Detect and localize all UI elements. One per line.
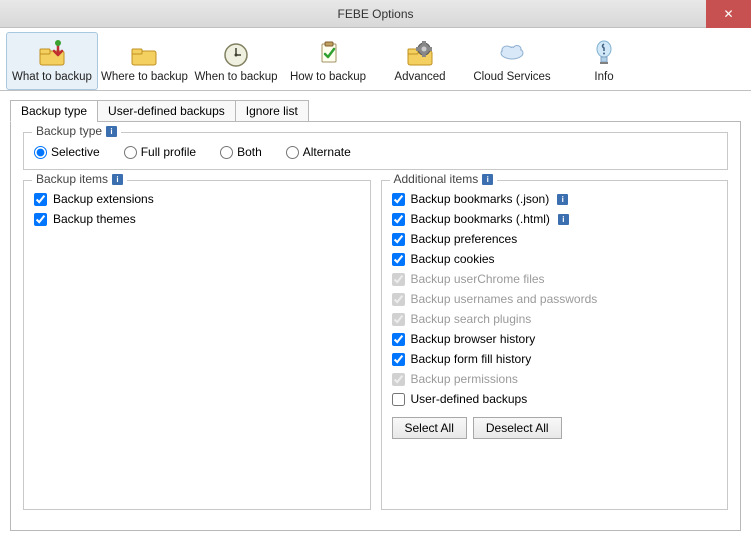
when-icon xyxy=(193,37,279,71)
checkbox[interactable] xyxy=(392,253,405,266)
radio-full-profile[interactable]: Full profile xyxy=(124,145,196,159)
toolbar-where[interactable]: Where to backup xyxy=(98,32,190,90)
info-icon[interactable]: i xyxy=(558,214,569,225)
backup-type-legend-text: Backup type xyxy=(36,124,102,138)
toolbar-label: Cloud Services xyxy=(469,71,555,83)
cloud-icon xyxy=(469,37,555,71)
where-icon xyxy=(101,37,187,71)
checkbox-label: Backup form fill history xyxy=(411,352,532,366)
toolbar-label: Where to backup xyxy=(101,71,187,83)
window-title: FEBE Options xyxy=(337,7,413,21)
toolbar-label: Info xyxy=(561,71,647,83)
checkbox[interactable] xyxy=(34,193,47,206)
radio-label: Selective xyxy=(51,145,100,159)
toolbar-info[interactable]: Info xyxy=(558,32,650,90)
toolbar-label: What to backup xyxy=(9,71,95,83)
window-close-button[interactable]: ✕ xyxy=(706,0,751,28)
advanced-icon xyxy=(377,37,463,71)
toolbar-label: Advanced xyxy=(377,71,463,83)
checkbox[interactable] xyxy=(392,193,405,206)
radio-input[interactable] xyxy=(34,146,47,159)
radio-input[interactable] xyxy=(220,146,233,159)
checkbox[interactable] xyxy=(392,333,405,346)
info-icon xyxy=(561,37,647,71)
additional-items-group: Additional items i Backup bookmarks (.js… xyxy=(381,180,729,510)
backup-items-group: Backup items i Backup extensionsBackup t… xyxy=(23,180,371,510)
radio-alternate[interactable]: Alternate xyxy=(286,145,351,159)
checkbox[interactable] xyxy=(34,213,47,226)
tab-user-defined-backups[interactable]: User-defined backups xyxy=(97,100,236,122)
radio-selective[interactable]: Selective xyxy=(34,145,100,159)
checkbox-label: Backup preferences xyxy=(411,232,518,246)
checkbox[interactable] xyxy=(392,233,405,246)
toolbar-when[interactable]: When to backup xyxy=(190,32,282,90)
check-row[interactable]: Backup preferences xyxy=(392,229,718,249)
checkbox-label: Backup usernames and passwords xyxy=(411,292,598,306)
check-row: Backup search plugins xyxy=(392,309,718,329)
toolbar-label: How to backup xyxy=(285,71,371,83)
check-row[interactable]: User-defined backups xyxy=(392,389,718,409)
check-row[interactable]: Backup themes xyxy=(34,209,360,229)
check-row[interactable]: Backup browser history xyxy=(392,329,718,349)
info-icon[interactable]: i xyxy=(482,174,493,185)
checkbox-label: Backup search plugins xyxy=(411,312,532,326)
backup-type-legend: Backup type i xyxy=(32,124,121,138)
radio-label: Alternate xyxy=(303,145,351,159)
check-row[interactable]: Backup bookmarks (.json) i xyxy=(392,189,718,209)
how-icon xyxy=(285,37,371,71)
checkbox-label: Backup userChrome files xyxy=(411,272,545,286)
backup-type-group: Backup type i SelectiveFull profileBothA… xyxy=(23,132,728,170)
additional-items-legend: Additional items i xyxy=(390,172,498,186)
backup-items-legend: Backup items i xyxy=(32,172,127,186)
checkbox-label: Backup themes xyxy=(53,212,136,226)
check-row[interactable]: Backup form fill history xyxy=(392,349,718,369)
check-row[interactable]: Backup extensions xyxy=(34,189,360,209)
checkbox xyxy=(392,313,405,326)
checkbox-label: Backup browser history xyxy=(411,332,536,346)
check-row: Backup usernames and passwords xyxy=(392,289,718,309)
info-icon[interactable]: i xyxy=(557,194,568,205)
checkbox-label: Backup cookies xyxy=(411,252,495,266)
info-icon[interactable]: i xyxy=(106,126,117,137)
checkbox xyxy=(392,373,405,386)
radio-label: Both xyxy=(237,145,262,159)
checkbox xyxy=(392,293,405,306)
radio-input[interactable] xyxy=(124,146,137,159)
checkbox-label: Backup bookmarks (.json) xyxy=(411,192,550,206)
checkbox-label: Backup extensions xyxy=(53,192,154,206)
titlebar: FEBE Options ✕ xyxy=(0,0,751,28)
what-icon xyxy=(9,37,95,71)
checkbox[interactable] xyxy=(392,393,405,406)
toolbar-cloud[interactable]: Cloud Services xyxy=(466,32,558,90)
tab-panel: Backup type i Selective Full profile Both A… xyxy=(10,121,741,531)
checkbox-label: Backup bookmarks (.html) xyxy=(411,212,550,226)
tab-ignore-list[interactable]: Ignore list xyxy=(235,100,309,122)
check-row[interactable]: Backup cookies xyxy=(392,249,718,269)
checkbox[interactable] xyxy=(392,353,405,366)
checkbox[interactable] xyxy=(392,213,405,226)
check-row: Backup userChrome files xyxy=(392,269,718,289)
check-row: Backup permissions xyxy=(392,369,718,389)
check-row[interactable]: Backup bookmarks (.html) i xyxy=(392,209,718,229)
checkbox-label: Backup permissions xyxy=(411,372,518,386)
checkbox-label: User-defined backups xyxy=(411,392,528,406)
tab-backup-type[interactable]: Backup type xyxy=(10,100,98,122)
info-icon[interactable]: i xyxy=(112,174,123,185)
toolbar-label: When to backup xyxy=(193,71,279,83)
backup-items-legend-text: Backup items xyxy=(36,172,108,186)
radio-input[interactable] xyxy=(286,146,299,159)
radio-both[interactable]: Both xyxy=(220,145,262,159)
additional-items-legend-text: Additional items xyxy=(394,172,479,186)
toolbar-what[interactable]: What to backup xyxy=(6,32,98,90)
close-icon: ✕ xyxy=(723,7,733,21)
sub-tabs: Backup typeUser-defined backupsIgnore li… xyxy=(10,100,741,122)
checkbox xyxy=(392,273,405,286)
deselect-all-button[interactable]: Deselect All xyxy=(473,417,562,439)
radio-label: Full profile xyxy=(141,145,196,159)
toolbar-how[interactable]: How to backup xyxy=(282,32,374,90)
toolbar-advanced[interactable]: Advanced xyxy=(374,32,466,90)
main-toolbar: What to backup Where to backup When to bac… xyxy=(0,28,751,91)
select-all-button[interactable]: Select All xyxy=(392,417,467,439)
